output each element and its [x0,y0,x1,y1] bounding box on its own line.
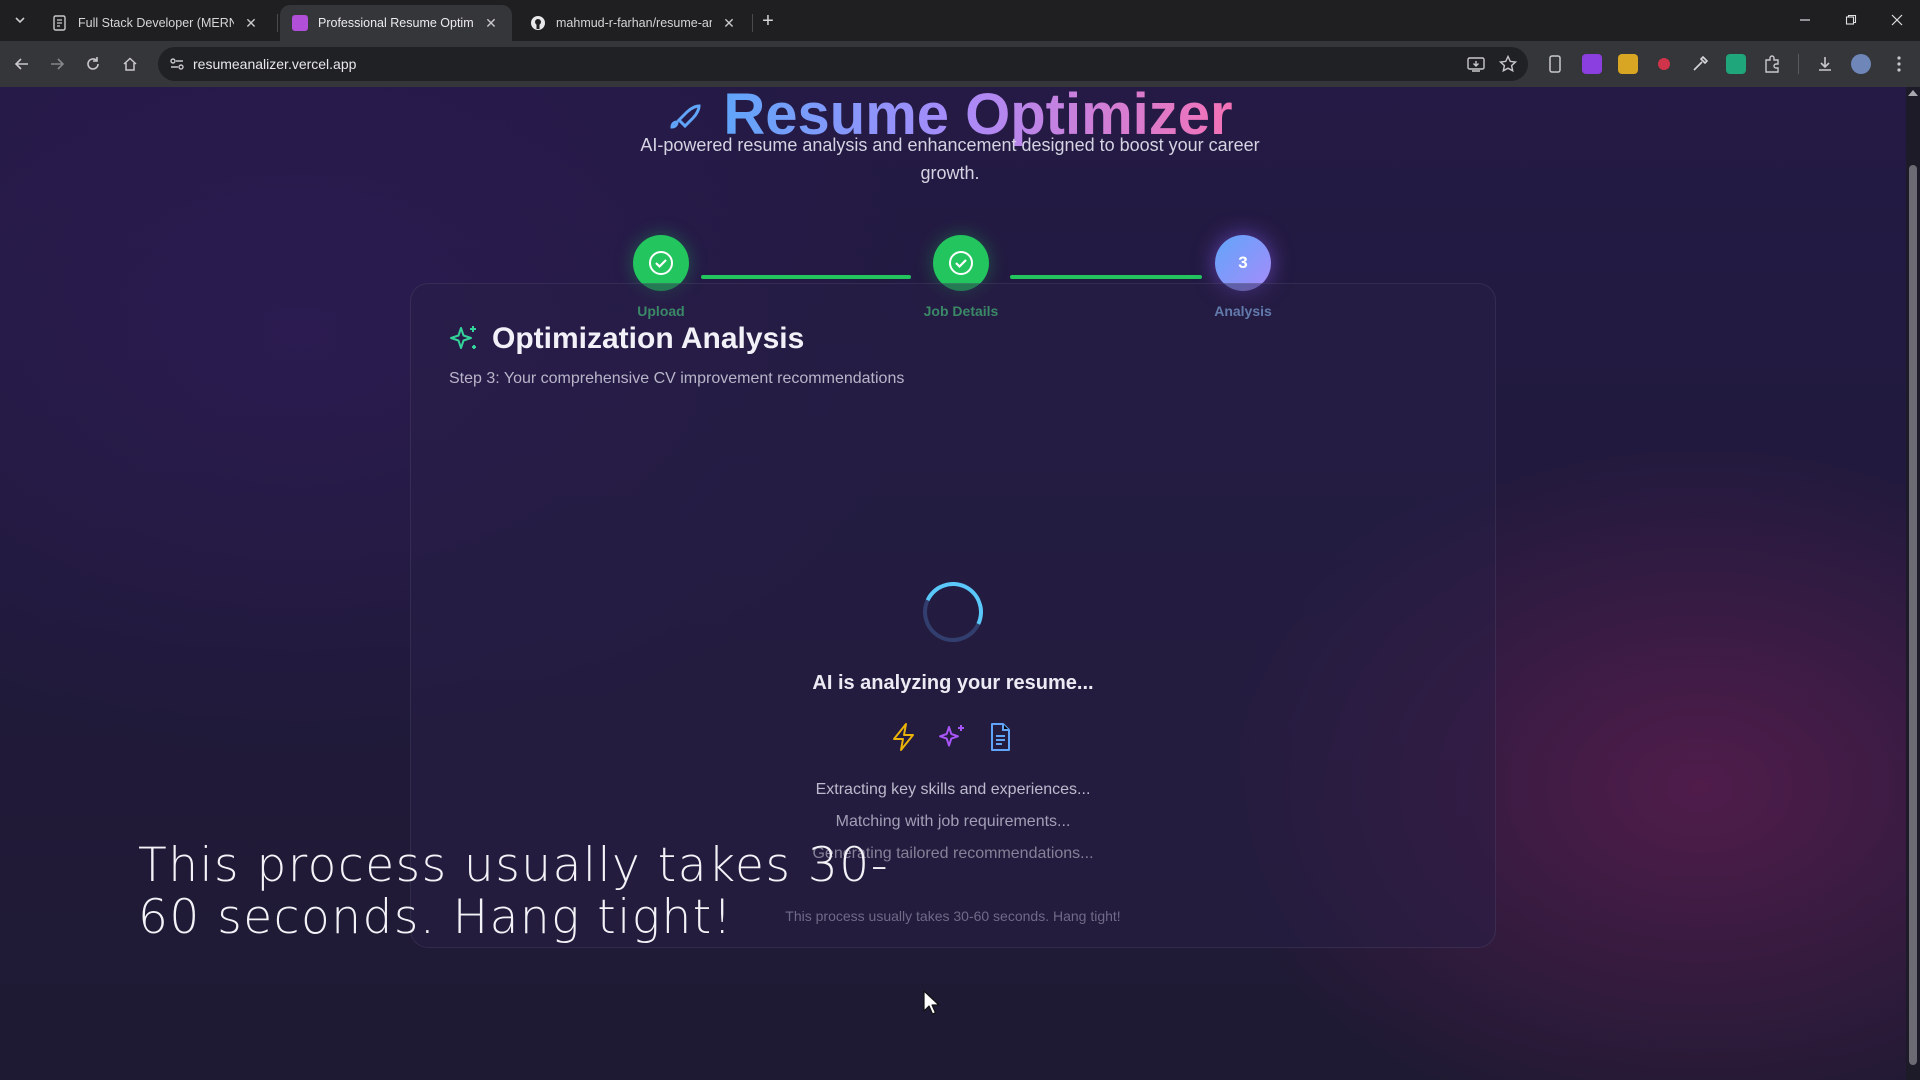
scroll-up-arrow-icon[interactable] [1908,90,1918,96]
tab-professional-resume-optimizer[interactable]: Professional Resume Optimizer ✕ [280,5,512,41]
tab-title: mahmud-r-farhan/resume-anal [556,16,712,30]
reading-mode-icon[interactable] [1545,54,1565,74]
mouse-cursor-icon [923,990,940,1015]
video-caption: This process usually takes 30-60 seconds… [138,838,890,945]
tab-divider [752,14,753,32]
card-title: Optimization Analysis [492,322,805,355]
tab-divider [277,14,278,32]
site-info-icon[interactable] [168,55,186,73]
restore-icon[interactable] [1828,0,1874,40]
status-line-extracting: Extracting key skills and experiences... [815,781,1091,798]
forward-icon[interactable] [44,51,70,77]
home-icon[interactable] [117,51,143,77]
document-icon [984,721,1016,753]
github-favicon-icon [530,15,546,31]
rocket-icon [667,96,703,132]
extensions-puzzle-icon[interactable] [1762,54,1782,74]
check-circle-icon [649,251,673,275]
step-number: 3 [1238,253,1248,272]
close-tab-icon[interactable]: ✕ [242,14,260,32]
tab-full-stack-developer[interactable]: Full Stack Developer (MERN Sta ✕ [40,5,272,41]
download-icon[interactable] [1815,54,1835,74]
page-favicon-icon [52,15,68,31]
back-icon[interactable] [9,51,35,77]
resume-app-favicon-icon [292,15,308,31]
new-tab-icon[interactable]: + [756,9,780,33]
close-tab-icon[interactable]: ✕ [482,14,500,32]
minimize-icon[interactable] [1782,0,1828,40]
url-text: resumeanalizer.vercel.app [193,56,357,72]
tab-search-icon[interactable] [8,8,32,32]
tab-strip: Full Stack Developer (MERN Sta ✕ Profess… [0,0,1920,41]
eyedropper-icon[interactable] [1690,54,1710,74]
tab-title: Professional Resume Optimizer [318,16,474,30]
sparkles-icon [936,721,968,753]
card-header: Optimization Analysis [448,322,804,356]
close-tab-icon[interactable]: ✕ [720,14,738,32]
extension-yellow-icon[interactable] [1618,54,1638,74]
reload-icon[interactable] [80,51,106,77]
status-line-matching: Matching with job requirements... [835,813,1071,830]
lightning-icon [888,721,920,753]
sparkles-icon [448,323,480,355]
tab-github-repo[interactable]: mahmud-r-farhan/resume-anal ✕ [518,5,750,41]
extension-purple-icon[interactable] [1582,54,1602,74]
card-subtitle: Step 3: Your comprehensive CV improvemen… [449,370,905,387]
tab-title: Full Stack Developer (MERN Sta [78,16,234,30]
profile-avatar[interactable] [1851,54,1871,74]
install-app-icon[interactable] [1466,54,1486,74]
analyzing-heading: AI is analyzing your resume... [812,672,1094,694]
hero-subtitle: AI-powered resume analysis and enhanceme… [640,135,1260,183]
step-connector [701,275,911,279]
bookmark-star-icon[interactable] [1498,54,1518,74]
menu-kebab-icon[interactable] [1889,54,1909,74]
scrollbar-thumb[interactable] [1909,165,1917,1065]
analysis-icons-row [888,721,1016,753]
address-bar[interactable]: resumeanalizer.vercel.app [158,47,1528,81]
extension-red-icon[interactable] [1654,54,1674,74]
extension-green-icon[interactable] [1726,54,1746,74]
toolbar-divider [1798,54,1799,74]
close-window-icon[interactable] [1874,0,1920,40]
check-circle-icon [949,251,973,275]
browser-toolbar: resumeanalizer.vercel.app [0,41,1920,87]
step-connector [1010,275,1202,279]
